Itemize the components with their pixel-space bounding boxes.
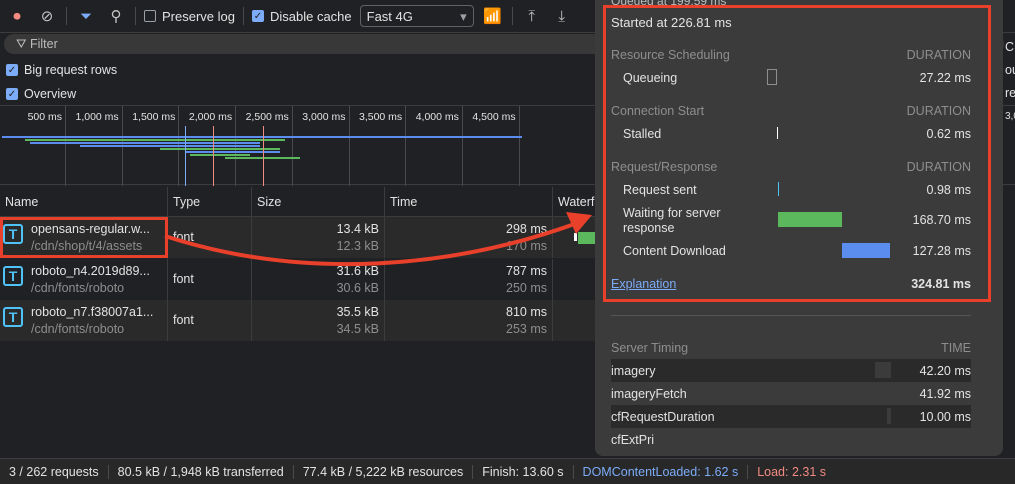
server-timing-value: 41.92 ms bbox=[919, 386, 971, 401]
server-timing-title: Server Timing bbox=[611, 341, 689, 355]
timing-label: Stalled bbox=[623, 127, 662, 141]
timing-popup: Queued at 199.59 ms Started at 226.81 ms… bbox=[595, 0, 1003, 456]
total-duration: 324.81 ms bbox=[911, 277, 971, 291]
timing-value: 0.98 ms bbox=[926, 183, 971, 197]
time-column: TIME bbox=[941, 341, 971, 355]
server-timing-row: cfExtPri bbox=[611, 428, 971, 451]
server-timing-label: imageryFetch bbox=[611, 386, 687, 401]
request-sent-bar bbox=[778, 182, 779, 196]
stalled-bar bbox=[777, 127, 778, 139]
server-timing-row: cfRequestDuration 10.00 ms bbox=[611, 405, 971, 428]
status-bar: 3 / 262 requests 80.5 kB / 1,948 kB tran… bbox=[0, 458, 1015, 484]
queueing-bar bbox=[767, 69, 777, 85]
section-title: Connection Start bbox=[611, 104, 705, 118]
divider bbox=[611, 315, 971, 316]
waiting-bar bbox=[778, 212, 842, 227]
explanation-link[interactable]: Explanation bbox=[611, 277, 676, 291]
server-timing-bar bbox=[875, 362, 891, 378]
timing-value: 127.28 ms bbox=[912, 244, 971, 258]
server-timing-label: imagery bbox=[611, 363, 656, 378]
finish-time: Finish: 13.60 s bbox=[473, 464, 574, 479]
duration-column: DURATION bbox=[906, 104, 971, 118]
timing-label: Queueing bbox=[623, 71, 678, 85]
server-timing-bar bbox=[887, 408, 891, 424]
started-at: Started at 226.81 ms bbox=[611, 15, 732, 30]
resources: 77.4 kB / 5,222 kB resources bbox=[294, 464, 474, 479]
server-timing-value: 42.20 ms bbox=[919, 363, 971, 378]
server-timing-value: 10.00 ms bbox=[919, 409, 971, 424]
request-count: 3 / 262 requests bbox=[0, 464, 109, 479]
server-timing-row: imageryFetch 41.92 ms bbox=[611, 382, 971, 405]
server-timing-label: cfRequestDuration bbox=[611, 409, 715, 424]
timing-label: Content Download bbox=[623, 244, 726, 258]
load-time: Load: 2.31 s bbox=[757, 464, 827, 479]
timing-label: Request sent bbox=[623, 183, 697, 197]
duration-column: DURATION bbox=[906, 160, 971, 174]
server-timing-label: cfExtPri bbox=[611, 432, 655, 447]
dom-content-loaded: DOMContentLoaded: 1.62 s bbox=[574, 464, 749, 479]
duration-column: DURATION bbox=[906, 48, 971, 62]
download-bar bbox=[842, 243, 890, 258]
timing-value: 168.70 ms bbox=[912, 213, 971, 227]
timing-value: 27.22 ms bbox=[919, 71, 971, 85]
section-title: Resource Scheduling bbox=[611, 48, 730, 62]
timing-value: 0.62 ms bbox=[926, 127, 971, 141]
server-timing-row: imagery 42.20 ms bbox=[611, 359, 971, 382]
transferred: 80.5 kB / 1,948 kB transferred bbox=[109, 464, 294, 479]
timing-label: Waiting for server response bbox=[623, 206, 721, 235]
section-title: Request/Response bbox=[611, 160, 718, 174]
